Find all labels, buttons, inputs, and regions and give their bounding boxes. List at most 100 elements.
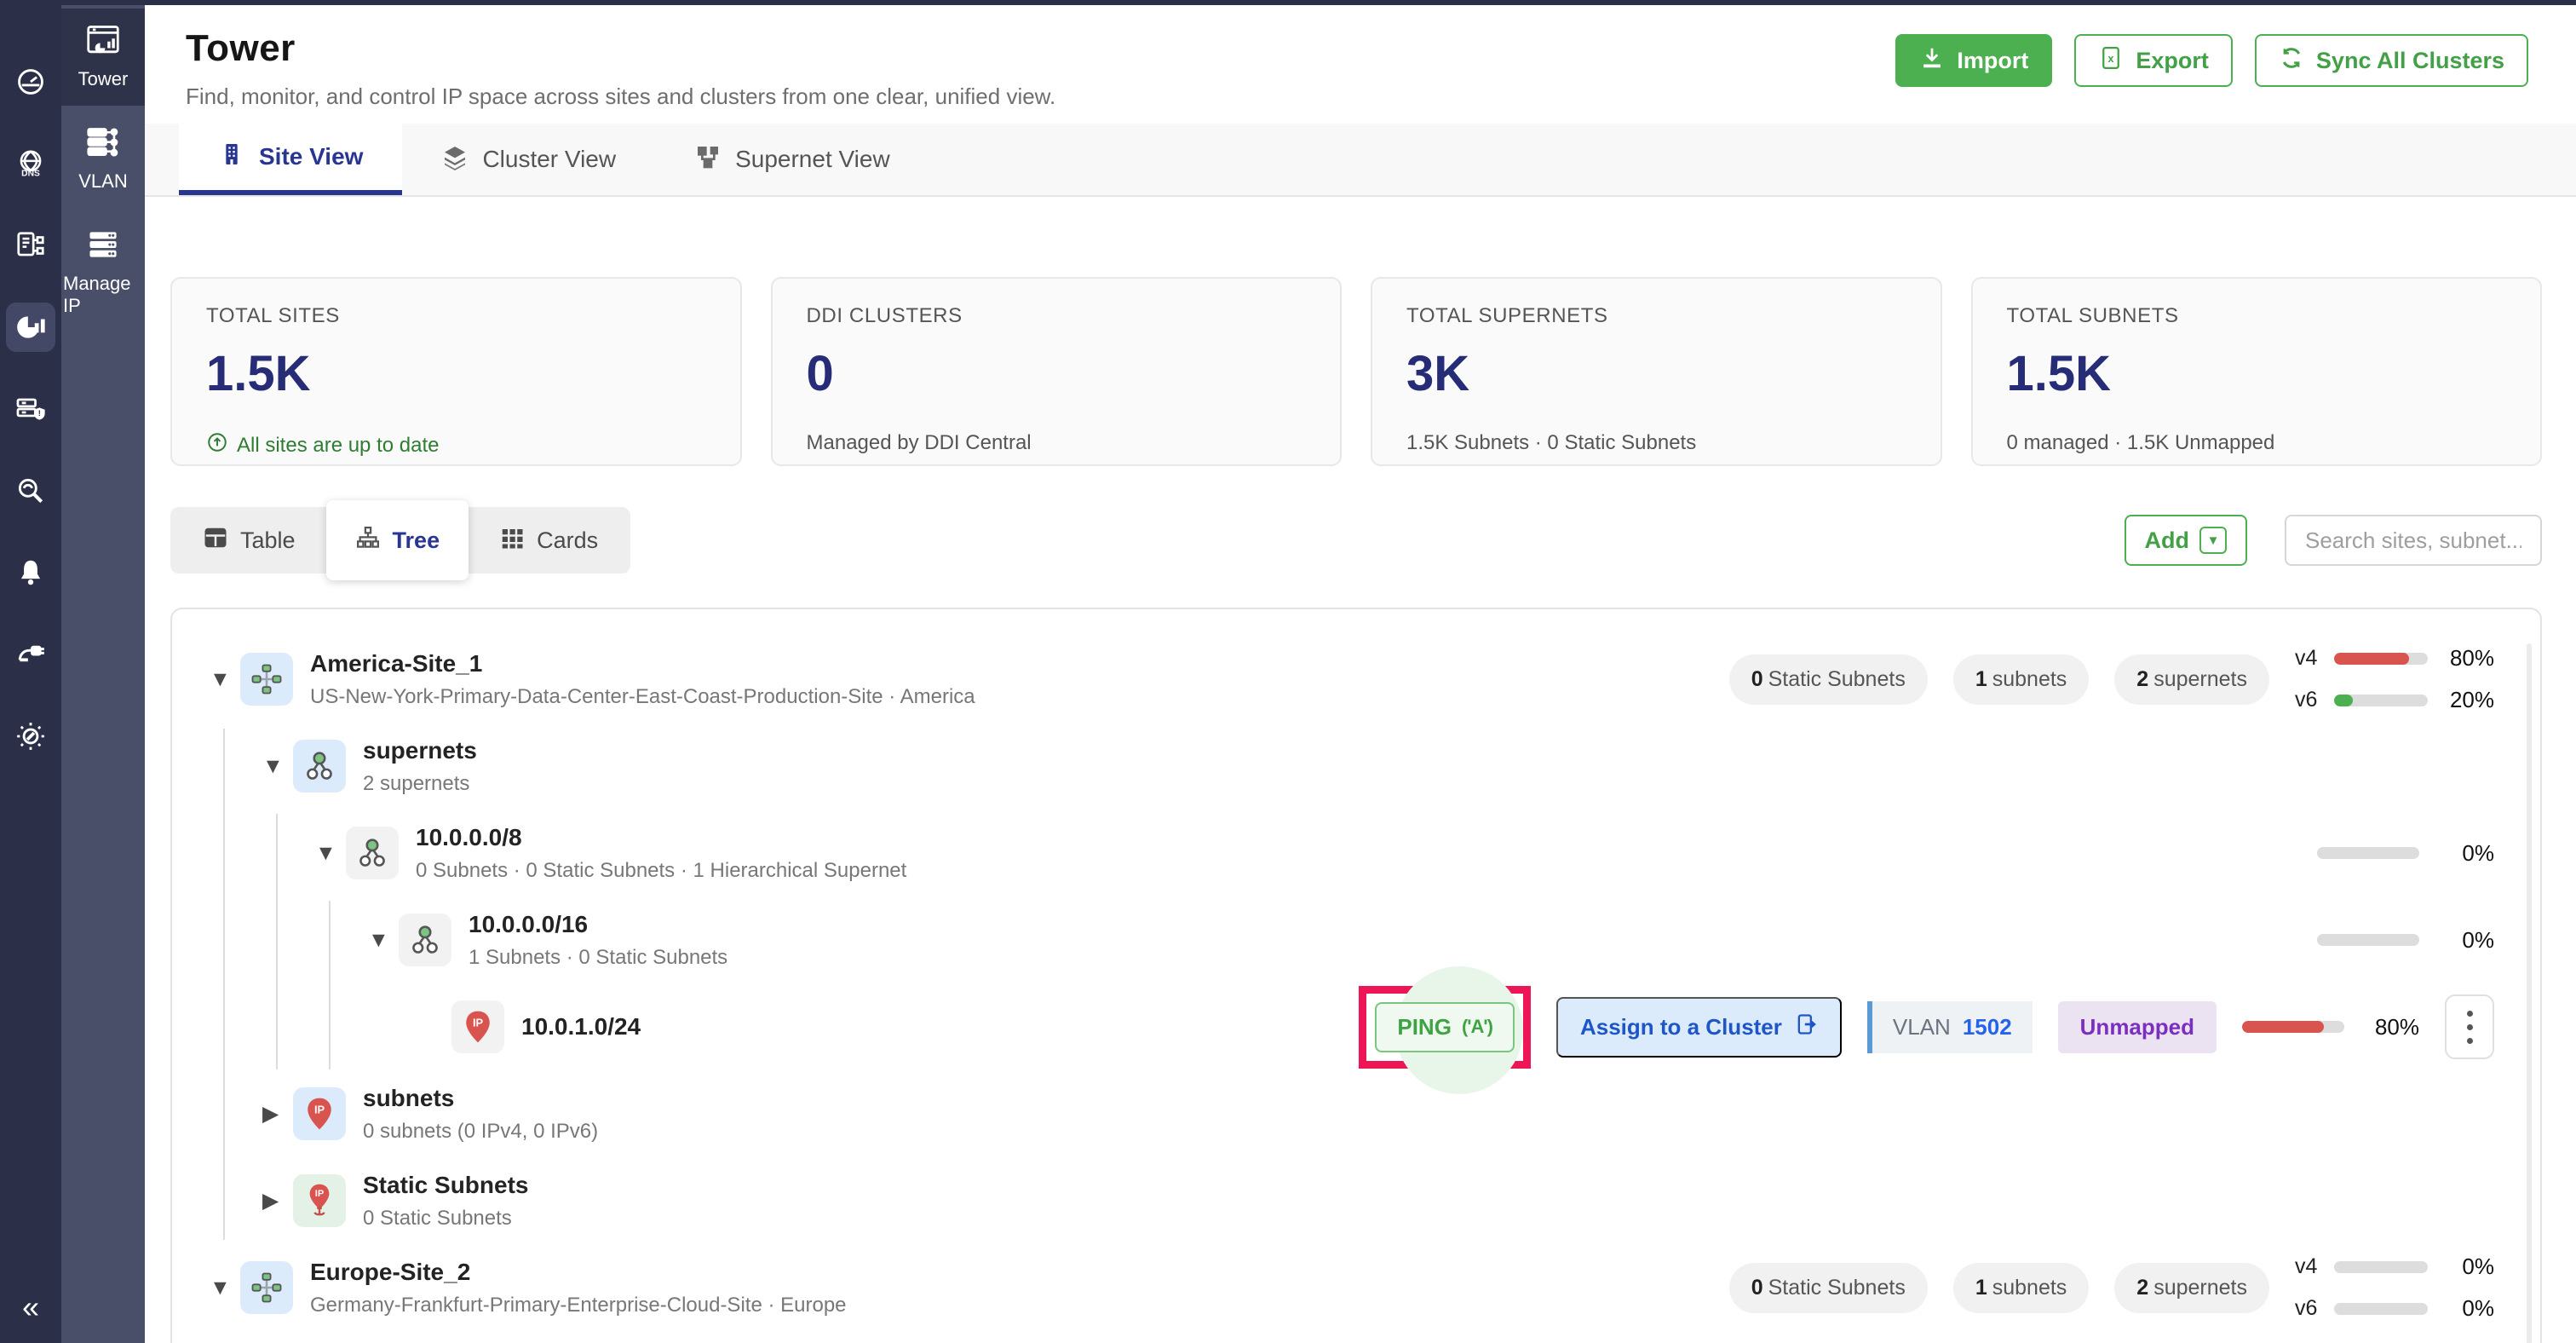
usage-meter: 0% bbox=[2317, 840, 2494, 867]
sidebar-item-dhcp[interactable] bbox=[0, 205, 61, 286]
v6-usage-bar bbox=[2334, 1303, 2428, 1315]
stat-value: 0 bbox=[807, 345, 1307, 402]
collapse-caret-icon[interactable]: ▼ bbox=[210, 667, 240, 692]
tab-site-view[interactable]: Site View bbox=[179, 124, 402, 195]
sidebar-item-reports-active[interactable] bbox=[0, 286, 61, 368]
stat-card-total-sites: TOTAL SITES 1.5K All sites are up to dat… bbox=[170, 277, 742, 466]
collapse-caret-icon[interactable]: ▼ bbox=[262, 754, 293, 779]
stat-card-ddi-clusters: DDI CLUSTERS 0 Managed by DDI Central bbox=[771, 277, 1343, 466]
list-toolbar: Table Tree Cards Add ▼ bbox=[145, 466, 2576, 574]
sync-all-clusters-button[interactable]: Sync All Clusters bbox=[2255, 34, 2528, 87]
sync-refresh-icon bbox=[2279, 45, 2304, 77]
collapse-caret-icon[interactable]: ▼ bbox=[368, 928, 399, 953]
supernet-subtitle: 0 Subnets · 0 Static Subnets · 1 Hierarc… bbox=[416, 859, 906, 883]
expand-caret-icon[interactable]: ▶ bbox=[262, 1188, 293, 1213]
site-title: Europe-Site_2 bbox=[310, 1259, 847, 1286]
svg-text:IP: IP bbox=[314, 1103, 325, 1115]
ping-button[interactable]: PING ('A') bbox=[1375, 1002, 1515, 1052]
site-title: America-Site_1 bbox=[310, 650, 975, 677]
hierarchy-icon bbox=[694, 143, 722, 176]
dashboard-gauge-icon bbox=[6, 57, 55, 107]
tree-row-subnet-10-0-1-0-24[interactable]: IP 10.0.1.0/24 PING ('A') Assign to a Cl… bbox=[172, 986, 2540, 1068]
stat-value: 1.5K bbox=[206, 345, 706, 402]
sidebar-item-connectors[interactable] bbox=[0, 614, 61, 695]
collapse-caret-icon[interactable]: ▼ bbox=[315, 841, 346, 866]
download-icon bbox=[1919, 45, 1945, 77]
supernet-title: 10.0.0.0/8 bbox=[416, 824, 906, 851]
tab-cluster-view[interactable]: Cluster View bbox=[402, 124, 655, 195]
page-title: Tower bbox=[186, 27, 1055, 70]
view-mode-switcher: Table Tree Cards bbox=[170, 507, 630, 574]
view-mode-table[interactable]: Table bbox=[177, 525, 321, 556]
tree-row-subnets-group[interactable]: ▶ IP subnets 0 subnets (0 IPv4, 0 IPv6) bbox=[172, 1073, 2540, 1155]
stat-value: 1.5K bbox=[2007, 345, 2507, 402]
supernet-icon bbox=[293, 740, 346, 793]
tree-row-supernets-group[interactable]: ▼ supernets 2 supernets bbox=[172, 725, 2540, 807]
tree-row-static-subnets-group[interactable]: ▶ IP Static Subnets 0 Static Subnets bbox=[172, 1160, 2540, 1242]
sidebar-item-dns[interactable]: DNS bbox=[0, 123, 61, 205]
subnets-badge: 1subnets bbox=[1953, 1263, 2089, 1313]
collapse-caret-icon[interactable]: ▼ bbox=[210, 1276, 240, 1300]
tab-label: Cluster View bbox=[482, 146, 616, 173]
primary-sidebar: DNS ! « bbox=[0, 0, 61, 1343]
stat-label: TOTAL SUBNETS bbox=[2007, 304, 2507, 328]
row-menu-kebab-button[interactable] bbox=[2445, 994, 2494, 1059]
sidebar-item-label: Manage IP bbox=[63, 273, 143, 317]
sidebar-item-discovery[interactable] bbox=[0, 450, 61, 532]
v4-usage-bar bbox=[2334, 1261, 2428, 1273]
tree-row-supernet-10-0-0-0-16[interactable]: ▼ 10.0.0.0/16 1 Subnets · 0 Static Subne… bbox=[172, 899, 2540, 981]
up-circle-icon bbox=[206, 431, 228, 459]
page-subtitle: Find, monitor, and control IP space acro… bbox=[186, 84, 1055, 110]
group-subtitle: 0 Static Subnets bbox=[363, 1207, 528, 1231]
site-subtitle: US-New-York-Primary-Data-Center-East-Coa… bbox=[310, 685, 975, 709]
dns-globe-icon: DNS bbox=[6, 139, 55, 188]
stat-footer: 1.5K Subnets · 0 Static Subnets bbox=[1406, 431, 1906, 455]
stats-cards: TOTAL SITES 1.5K All sites are up to dat… bbox=[145, 197, 2576, 466]
view-mode-cards[interactable]: Cards bbox=[474, 525, 624, 556]
export-button[interactable]: x Export bbox=[2074, 34, 2233, 87]
tree-row-site-europe[interactable]: ▼ Europe-Site_2 Germany-Frankfurt-Primar… bbox=[172, 1247, 2540, 1329]
svg-text:!: ! bbox=[38, 409, 41, 418]
supernet-icon bbox=[399, 914, 451, 966]
tree-row-supernet-10-0-0-0-8[interactable]: ▼ 10.0.0.0/8 0 Subnets · 0 Static Subnet… bbox=[172, 812, 2540, 894]
sync-label: Sync All Clusters bbox=[2316, 48, 2504, 74]
usage-meters: v480% v620% bbox=[2295, 645, 2494, 713]
svg-text:x: x bbox=[2108, 53, 2114, 65]
network-discovery-icon bbox=[6, 466, 55, 516]
sidebar-item-audit[interactable]: ! bbox=[0, 368, 61, 450]
ip-pin-icon: IP bbox=[451, 1000, 504, 1053]
usage-meters: v40% v60% bbox=[2295, 1254, 2494, 1322]
assign-to-cluster-button[interactable]: Assign to a Cluster bbox=[1556, 997, 1842, 1058]
tree-row-site-america[interactable]: ▼ America-Site_1 US-New-York-Primary-Dat… bbox=[172, 638, 2540, 720]
expand-caret-icon[interactable]: ▶ bbox=[262, 1101, 293, 1127]
view-mode-tree[interactable]: Tree bbox=[326, 500, 469, 580]
sidebar-item-vlan[interactable]: VLAN bbox=[61, 111, 145, 208]
collapse-sidebar-button[interactable]: « bbox=[0, 1292, 61, 1323]
site-subtitle: Germany-Frankfurt-Primary-Enterprise-Clo… bbox=[310, 1294, 847, 1317]
usage-bar bbox=[2317, 934, 2419, 946]
usage-meter: 80% bbox=[2242, 1014, 2419, 1040]
stat-card-total-subnets: TOTAL SUBNETS 1.5K 0 managed · 1.5K Unma… bbox=[1971, 277, 2543, 466]
stat-label: TOTAL SUPERNETS bbox=[1406, 304, 1906, 328]
export-label: Export bbox=[2136, 48, 2209, 74]
table-icon bbox=[203, 525, 228, 556]
add-button[interactable]: Add ▼ bbox=[2125, 515, 2247, 566]
sidebar-item-tower[interactable]: Tower bbox=[58, 9, 145, 106]
sidebar-item-dashboard[interactable] bbox=[0, 41, 61, 123]
static-subnets-badge: 0Static Subnets bbox=[1729, 654, 1928, 705]
tree-row-supernets-group-europe[interactable]: supernets bbox=[172, 1334, 2540, 1343]
ip-pin-anchor-icon: IP bbox=[293, 1174, 346, 1227]
import-button[interactable]: Import bbox=[1895, 34, 2052, 87]
search-input[interactable] bbox=[2285, 515, 2542, 566]
sidebar-item-manage-ip[interactable]: Manage IP bbox=[61, 213, 145, 332]
sidebar-item-label: Tower bbox=[78, 68, 129, 90]
sidebar-item-settings[interactable] bbox=[0, 695, 61, 777]
sidebar-item-alerts[interactable] bbox=[0, 532, 61, 614]
supernet-title: 10.0.0.0/16 bbox=[469, 911, 727, 938]
ping-signal-icon: ('A') bbox=[1462, 1016, 1492, 1038]
group-title: supernets bbox=[363, 737, 477, 764]
subnets-badge: 1subnets bbox=[1953, 654, 2089, 705]
tab-supernet-view[interactable]: Supernet View bbox=[655, 124, 929, 195]
site-network-icon bbox=[240, 1261, 293, 1314]
window-top-edge bbox=[0, 0, 2576, 5]
